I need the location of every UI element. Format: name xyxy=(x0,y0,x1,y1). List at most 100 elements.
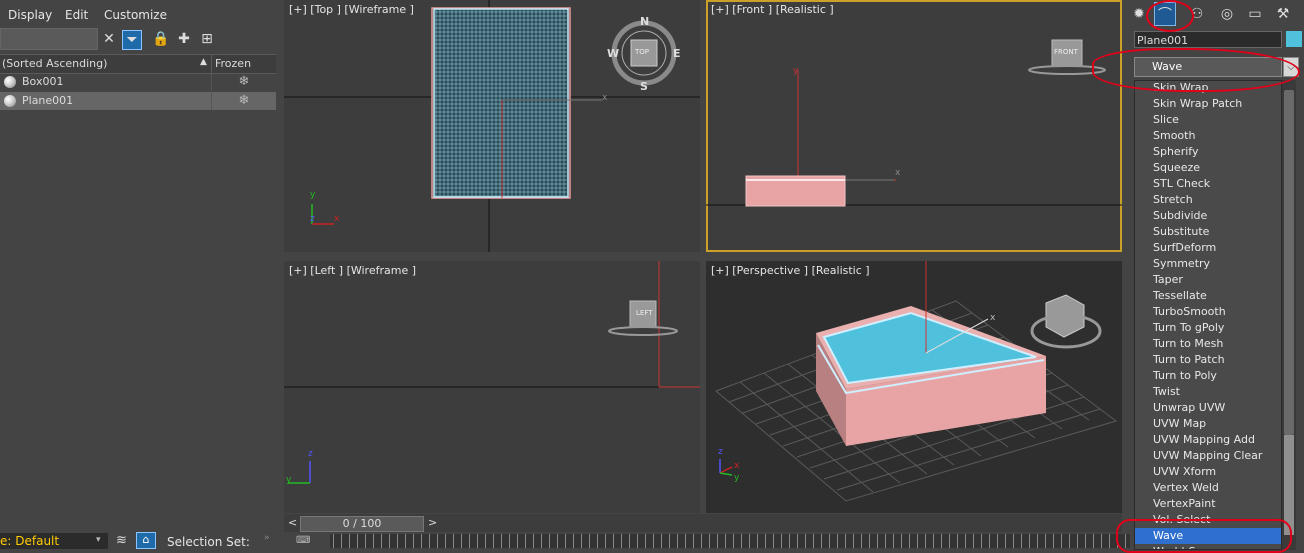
menu-customize[interactable]: Customize xyxy=(104,8,167,22)
axis-y-label: y xyxy=(286,475,292,485)
modifier-list-item[interactable]: Subdivide xyxy=(1135,208,1281,224)
viewport-label-top[interactable]: [+] [Top ] [Wireframe ] xyxy=(289,3,414,16)
chevron-down-icon[interactable]: ⌵ xyxy=(1283,57,1299,77)
modify-tab-icon[interactable]: ⌒ xyxy=(1154,2,1176,26)
modifier-list-dropdown[interactable]: Wave xyxy=(1134,57,1282,77)
next-frame-button[interactable]: > xyxy=(428,516,437,529)
snowflake-icon[interactable]: ❄ xyxy=(211,73,276,91)
viewcube-left[interactable]: LEFT xyxy=(636,309,653,317)
viewport-label-front[interactable]: [+] [Front ] [Realistic ] xyxy=(711,3,834,16)
axis-x-label: x xyxy=(734,461,740,471)
modifier-list-item[interactable]: Skin Wrap xyxy=(1135,81,1281,96)
explorer-header: (Sorted Ascending) ▲ Frozen xyxy=(0,54,276,74)
modifier-list-item[interactable]: Slice xyxy=(1135,112,1281,128)
compass-e: E xyxy=(673,47,681,60)
viewport-label-perspective[interactable]: [+] [Perspective ] [Realistic ] xyxy=(711,264,870,277)
display-tab-icon[interactable]: ▭ xyxy=(1244,2,1266,26)
perspective-scene xyxy=(715,261,1118,502)
axis-y-label: y xyxy=(793,66,799,76)
list-scrollbar-thumb[interactable] xyxy=(1284,90,1294,435)
modifier-list-item[interactable]: Symmetry xyxy=(1135,256,1281,272)
object-name-field[interactable]: Plane001 xyxy=(1134,31,1282,48)
viewport-top[interactable]: x [+] [Top ] [Wireframe ] y z x TOP N E … xyxy=(284,0,700,252)
modifier-list-item[interactable]: Turn To gPoly xyxy=(1135,320,1281,336)
modifier-list-item[interactable]: Vol. Select xyxy=(1135,512,1281,528)
lock-icon[interactable]: 🔒 xyxy=(152,30,170,48)
viewcube-front[interactable]: FRONT xyxy=(1054,48,1078,56)
compass-w: W xyxy=(607,47,620,60)
layers-icon[interactable]: ≋ xyxy=(116,533,127,548)
viewport-front[interactable]: [+] [Front ] [Realistic ] y x FRONT xyxy=(706,0,1122,252)
modifier-list-item[interactable]: Stretch xyxy=(1135,192,1281,208)
viewport-perspective[interactable]: [+] [Perspective ] [Realistic ] x z x y xyxy=(706,261,1122,513)
modifier-list-item[interactable]: Substitute xyxy=(1135,224,1281,240)
compass-s: S xyxy=(640,80,648,93)
selection-set-label: Selection Set: xyxy=(167,535,250,549)
list-scrollbar-track[interactable] xyxy=(1284,435,1294,535)
utilities-tab-icon[interactable]: ⚒ xyxy=(1272,2,1294,26)
modifier-list-item[interactable]: Turn to Poly xyxy=(1135,368,1281,384)
modifier-list-item[interactable]: VertexPaint xyxy=(1135,496,1281,512)
modifier-list-item[interactable]: STL Check xyxy=(1135,176,1281,192)
modifier-list-item[interactable]: Turn to Mesh xyxy=(1135,336,1281,352)
list-item[interactable]: Box001 ❄ xyxy=(0,73,276,91)
snowflake-icon[interactable]: ❄ xyxy=(211,92,276,110)
modifier-dropdown-list[interactable]: Skin Wrap Skin Wrap Patch Slice Smooth Spher… xyxy=(1134,80,1282,550)
frozen-column-header[interactable]: Frozen xyxy=(211,55,276,73)
selection-mode-icon[interactable]: ⌂ xyxy=(136,532,156,549)
modifier-list-item[interactable]: UVW Map xyxy=(1135,416,1281,432)
object-color-swatch[interactable] xyxy=(1286,31,1302,47)
modifier-list-item[interactable]: Taper xyxy=(1135,272,1281,288)
top-view-scene: x xyxy=(284,0,700,252)
sort-arrow-icon: ▲ xyxy=(200,57,207,67)
left-view-scene xyxy=(284,261,700,484)
time-slider[interactable]: 0 / 100 xyxy=(300,516,424,532)
list-item-selected[interactable]: Plane001 ❄ xyxy=(0,92,276,110)
viewcube-top[interactable]: TOP xyxy=(635,48,649,56)
viewport-left[interactable]: [+] [Left ] [Wireframe ] LEFT z y xyxy=(284,261,700,513)
hierarchy-tab-icon[interactable]: ⚇ xyxy=(1186,2,1208,26)
menu-display[interactable]: Display xyxy=(8,8,52,22)
create-tab-icon[interactable]: ✹ xyxy=(1128,2,1150,26)
name-column-header[interactable]: (Sorted Ascending) xyxy=(2,57,107,70)
viewport-label-left[interactable]: [+] [Left ] [Wireframe ] xyxy=(289,264,416,277)
svg-text:x: x xyxy=(602,93,608,103)
object-sphere-icon xyxy=(4,95,16,107)
modifier-list-item[interactable]: Squeeze xyxy=(1135,160,1281,176)
menu-edit[interactable]: Edit xyxy=(65,8,88,22)
modifier-list-item[interactable]: UVW Xform xyxy=(1135,464,1281,480)
search-input[interactable] xyxy=(0,28,98,50)
layer-dropdown[interactable]: e: Default xyxy=(0,533,108,549)
clear-search-icon[interactable]: ✕ xyxy=(100,30,118,48)
frozen-header-label: Frozen xyxy=(215,57,252,70)
modifier-list-item[interactable]: UVW Mapping Add xyxy=(1135,432,1281,448)
modifier-list-item[interactable]: Twist xyxy=(1135,384,1281,400)
modifier-list-item[interactable]: TurboSmooth xyxy=(1135,304,1281,320)
modifier-list-item[interactable]: UVW Mapping Clear xyxy=(1135,448,1281,464)
menu-bar: Display Edit Customize xyxy=(0,2,280,26)
object-name: Plane001 xyxy=(22,94,74,107)
modifier-list-item[interactable]: Tessellate xyxy=(1135,288,1281,304)
filter-icon[interactable]: ⏷ xyxy=(122,30,142,50)
mini-curve-icon[interactable]: ⌨ xyxy=(296,535,310,546)
expand-icon[interactable]: » xyxy=(264,533,270,543)
modifier-list-item[interactable]: Wave xyxy=(1135,528,1281,544)
modifier-list-item[interactable]: Turn to Patch xyxy=(1135,352,1281,368)
select-children-icon[interactable]: ✚ xyxy=(175,30,193,48)
axis-x-label: x xyxy=(895,168,901,178)
axis-y-label: y xyxy=(734,473,740,483)
modifier-list-item[interactable]: Smooth xyxy=(1135,128,1281,144)
modifier-list-item[interactable]: Vertex Weld xyxy=(1135,480,1281,496)
modifier-list-item[interactable]: World-Space xyxy=(1135,544,1281,549)
prev-frame-button[interactable]: < xyxy=(288,516,297,529)
select-hierarchy-icon[interactable]: ⊞ xyxy=(198,30,216,48)
object-name: Box001 xyxy=(22,75,64,88)
modifier-list-item[interactable]: Unwrap UVW xyxy=(1135,400,1281,416)
motion-tab-icon[interactable]: ◎ xyxy=(1216,2,1238,26)
modifier-list-item[interactable]: SurfDeform xyxy=(1135,240,1281,256)
track-bar[interactable] xyxy=(330,534,1130,548)
chevron-down-icon[interactable]: ▾ xyxy=(96,535,101,545)
modifier-list-item[interactable]: Skin Wrap Patch xyxy=(1135,96,1281,112)
axis-z-label: z xyxy=(718,447,723,457)
modifier-list-item[interactable]: Spherify xyxy=(1135,144,1281,160)
